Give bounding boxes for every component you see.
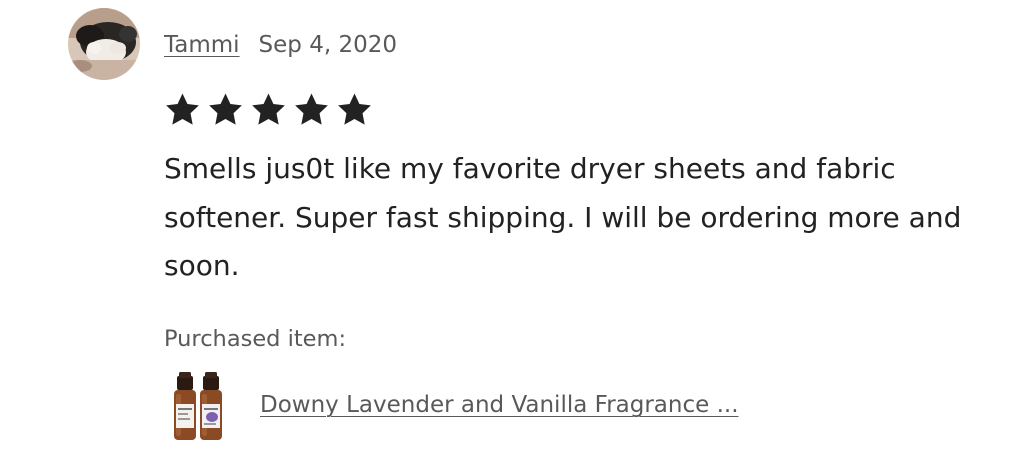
purchased-item-link[interactable]: Downy Lavender and Vanilla Fragrance ... — [260, 392, 739, 418]
reviewer-name-link[interactable]: Tammi — [164, 32, 240, 58]
star-icon — [295, 93, 328, 125]
review-card: Tammi Sep 4, 2020 Smells jus0t like my f… — [0, 0, 1034, 466]
purchased-item-label: Purchased item: — [164, 326, 347, 352]
star-icon — [209, 93, 242, 125]
star-icon — [166, 93, 199, 125]
star-rating — [164, 91, 373, 128]
review-meta: Tammi Sep 4, 2020 — [164, 28, 397, 62]
fragrance-bottles-icon — [174, 372, 222, 440]
purchased-item-thumbnail[interactable] — [166, 370, 230, 444]
reviewer-avatar[interactable] — [68, 8, 140, 80]
cat-photo-avatar-icon — [68, 8, 140, 80]
star-icon — [338, 93, 371, 125]
star-icon — [252, 93, 285, 125]
review-text: Smells jus0t like my favorite dryer shee… — [164, 152, 962, 282]
review-date: Sep 4, 2020 — [258, 32, 397, 58]
